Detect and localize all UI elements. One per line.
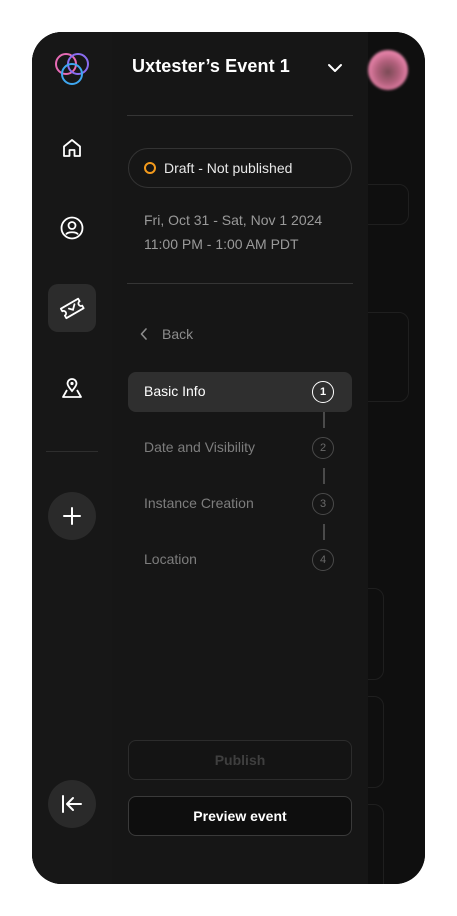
app-window: Uxtester’s Event 1 Draft - Not published… xyxy=(32,32,425,884)
back-label: Back xyxy=(162,326,194,342)
nav-profile[interactable] xyxy=(48,204,96,252)
event-date-range: Fri, Oct 31 - Sat, Nov 1 2024 xyxy=(144,212,323,228)
collapse-button[interactable] xyxy=(48,780,96,828)
status-dot-icon xyxy=(144,162,156,174)
step-connector xyxy=(323,412,325,428)
step-connector xyxy=(323,468,325,484)
location-icon xyxy=(62,378,82,398)
step-label: Location xyxy=(144,551,197,567)
nav-events[interactable] xyxy=(48,284,96,332)
event-title[interactable]: Uxtester’s Event 1 xyxy=(132,56,312,77)
event-time-range: 11:00 PM - 1:00 AM PDT xyxy=(144,236,299,252)
rail-divider xyxy=(46,451,98,452)
nav-locations[interactable] xyxy=(48,364,96,412)
icon-rail xyxy=(32,32,112,884)
nav-home[interactable] xyxy=(48,124,96,172)
status-label: Draft - Not published xyxy=(164,160,293,176)
step-label: Basic Info xyxy=(144,383,206,399)
step-date-visibility[interactable]: Date and Visibility 2 xyxy=(128,428,352,468)
divider xyxy=(127,115,353,116)
step-basic-info[interactable]: Basic Info 1 xyxy=(128,372,352,412)
preview-event-button[interactable]: Preview event xyxy=(128,796,352,836)
ticket-icon xyxy=(59,297,85,320)
profile-icon xyxy=(60,216,84,240)
divider xyxy=(127,283,353,284)
step-label: Instance Creation xyxy=(144,495,254,511)
step-number: 3 xyxy=(312,493,334,515)
chevron-left-icon xyxy=(140,328,147,340)
collapse-left-icon xyxy=(62,795,82,813)
step-instance-creation[interactable]: Instance Creation 3 xyxy=(128,484,352,524)
step-connector xyxy=(323,524,325,540)
publish-button[interactable]: Publish xyxy=(128,740,352,780)
step-number: 1 xyxy=(312,381,334,403)
plus-icon xyxy=(63,507,81,525)
app-logo xyxy=(55,53,89,85)
home-icon xyxy=(63,139,81,157)
event-schedule: Fri, Oct 31 - Sat, Nov 1 2024 11:00 PM -… xyxy=(144,208,322,256)
status-badge: Draft - Not published xyxy=(128,148,352,188)
event-drawer: Uxtester’s Event 1 Draft - Not published… xyxy=(112,32,368,884)
chevron-down-icon[interactable] xyxy=(327,60,343,76)
step-label: Date and Visibility xyxy=(144,439,256,455)
step-number: 2 xyxy=(312,437,334,459)
step-location[interactable]: Location 4 xyxy=(128,540,352,580)
add-button[interactable] xyxy=(48,492,96,540)
step-number: 4 xyxy=(312,549,334,571)
avatar[interactable] xyxy=(368,50,408,90)
back-link[interactable]: Back xyxy=(140,326,193,342)
